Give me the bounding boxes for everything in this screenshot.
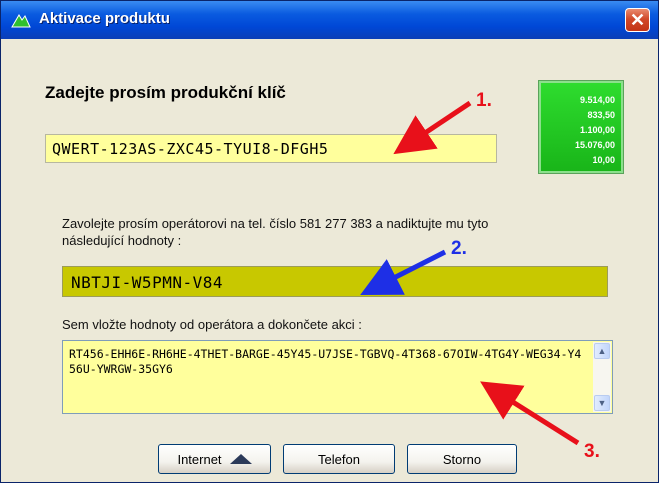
telefon-button[interactable]: Telefon xyxy=(283,444,395,474)
stock-ticker-logo: 9.514,00 833,50 1.100,00 15.076,00 10,00 xyxy=(538,80,624,174)
confirmation-label: Sem vložte hodnoty od operátora a dokonč… xyxy=(62,317,362,332)
installation-code-field[interactable]: NBTJI-W5PMN-V84 xyxy=(62,266,608,297)
vertical-scrollbar[interactable]: ▲ ▼ xyxy=(593,342,611,412)
storno-button-label: Storno xyxy=(442,451,482,467)
app-logo-icon xyxy=(11,14,31,28)
internet-button[interactable]: Internet xyxy=(158,444,271,474)
chevron-up-icon: ▲ xyxy=(597,346,607,356)
scroll-up-button[interactable]: ▲ xyxy=(594,343,610,359)
title-bar[interactable]: Aktivace produktu ✕ xyxy=(1,1,658,39)
close-icon: ✕ xyxy=(629,9,646,30)
ticker-value: 15.076,00 xyxy=(574,140,615,150)
annotation-number-3: 3. xyxy=(584,441,600,462)
close-button[interactable]: ✕ xyxy=(625,8,650,32)
window-title: Aktivace produktu xyxy=(39,10,170,27)
ticker-value: 9.514,00 xyxy=(579,95,615,105)
ticker-value: 1.100,00 xyxy=(579,125,615,135)
storno-button[interactable]: Storno xyxy=(407,444,517,474)
triangle-up-icon xyxy=(229,454,252,464)
chevron-down-icon: ▼ xyxy=(597,398,607,408)
telefon-button-label: Telefon xyxy=(318,451,360,467)
confirmation-text: RT456-EHH6E-RH6HE-4THET-BARGE-45Y45-U7JS… xyxy=(69,347,582,376)
activation-dialog: Aktivace produktu ✕ Zadejte prosím produ… xyxy=(0,0,659,483)
scroll-down-button[interactable]: ▼ xyxy=(594,395,610,411)
internet-button-label: Internet xyxy=(177,451,222,467)
ticker-value: 833,50 xyxy=(587,110,615,120)
product-key-input[interactable]: QWERT-123AS-ZXC45-TYUI8-DFGH5 xyxy=(45,134,497,163)
annotation-number-1: 1. xyxy=(476,90,492,111)
page-title: Zadejte prosím produkční klíč xyxy=(45,83,286,102)
confirmation-textarea[interactable]: RT456-EHH6E-RH6HE-4THET-BARGE-45Y45-U7JS… xyxy=(62,340,613,414)
annotation-number-2: 2. xyxy=(451,238,467,259)
ticker-value: 10,00 xyxy=(592,155,615,165)
